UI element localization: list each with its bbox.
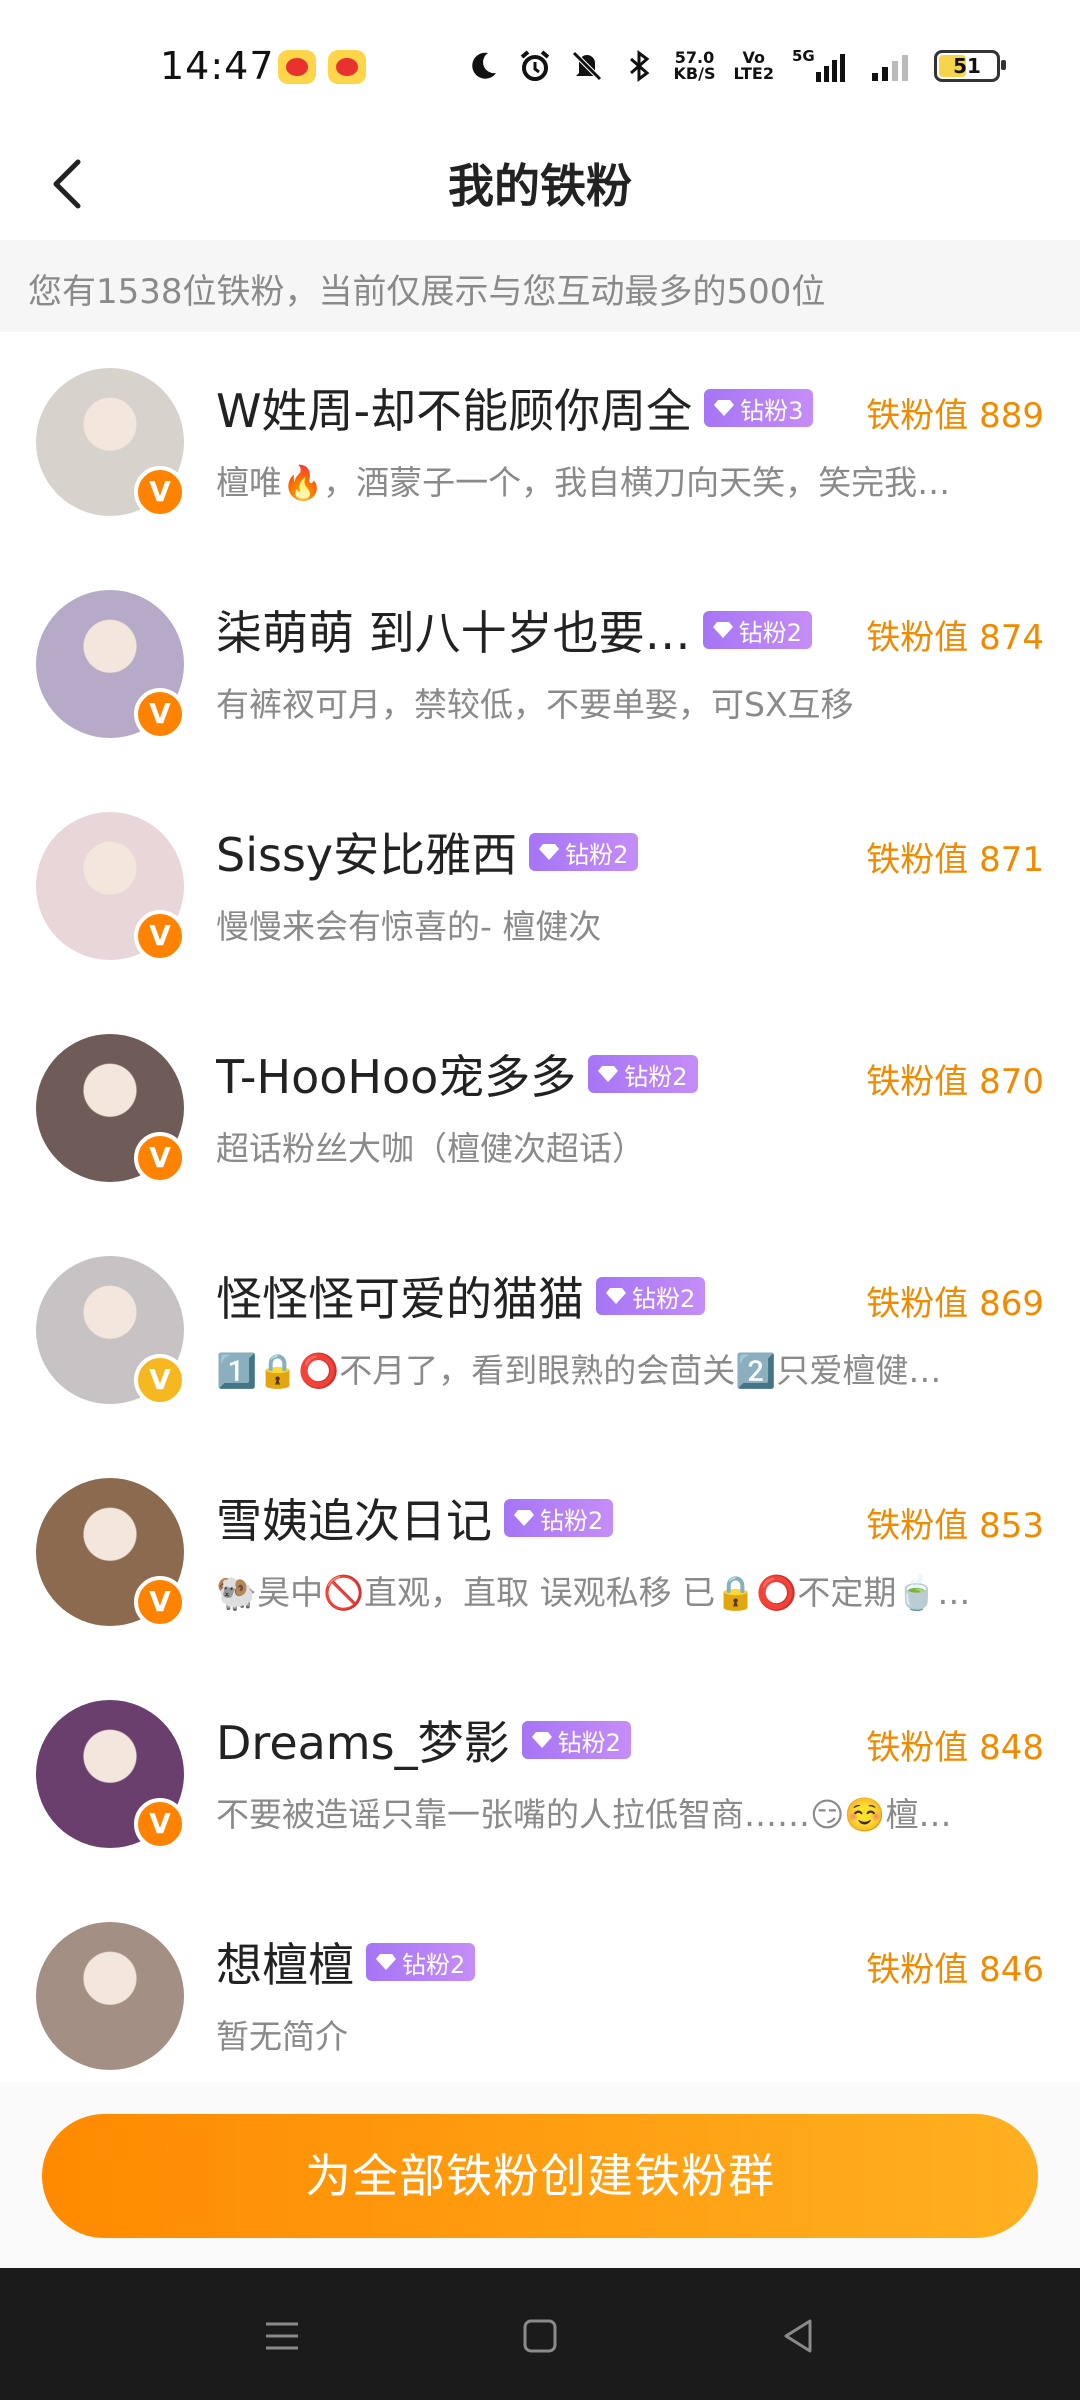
fan-name[interactable]: W姓周-却不能顾你周全 bbox=[216, 375, 692, 441]
diamond-icon bbox=[376, 1954, 396, 1970]
create-fan-group-button[interactable]: 为全部铁粉创建铁粉群 bbox=[42, 2114, 1038, 2238]
name-row: T-HooHoo宠多多 钻粉2 bbox=[216, 1044, 698, 1104]
fan-name[interactable]: Sissy安比雅西 bbox=[216, 819, 517, 885]
fan-name[interactable]: Dreams_梦影 bbox=[216, 1707, 510, 1773]
list-item[interactable]: V 雪姨追次日记 钻粉2 铁粉值 853 🐏昊中🚫直观，直取 误观私移 已🔒⭕不… bbox=[0, 1442, 1080, 1664]
list-item[interactable]: V T-HooHoo宠多多 钻粉2 铁粉值 870 超话粉丝大咖（檀健次超话） bbox=[0, 998, 1080, 1220]
verified-v-icon: V bbox=[134, 1576, 186, 1628]
moon-icon bbox=[471, 52, 496, 79]
fan-list: V W姓周-却不能顾你周全 钻粉3 铁粉值 889 檀唯🔥，酒蒙子一个，我自横刀… bbox=[0, 332, 1080, 2082]
diamond-icon bbox=[712, 622, 733, 638]
battery-indicator: 51 bbox=[934, 50, 1006, 82]
home-square-icon[interactable] bbox=[516, 2312, 564, 2360]
name-row: 怪怪怪可爱的猫猫 钻粉2 bbox=[216, 1263, 706, 1329]
verified-v-icon: V bbox=[134, 688, 186, 740]
fan-bio: 有裤衩可月，禁较低，不要单娶，可SX互移 bbox=[216, 685, 854, 724]
name-row: W姓周-却不能顾你周全 钻粉3 bbox=[216, 375, 814, 441]
verified-v-icon: V bbox=[134, 910, 186, 962]
status-time: 14:47 bbox=[160, 44, 275, 88]
fan-score: 铁粉值 846 bbox=[866, 1950, 1044, 1990]
fan-bio: 暂无简介 bbox=[216, 2017, 348, 2056]
name-row: 想檀檀 钻粉2 bbox=[216, 1929, 476, 1995]
list-item[interactable]: V 柒萌萌 到八十岁也要… 钻粉2 铁粉值 874 有裤衩可月，禁较低，不要单娶… bbox=[0, 554, 1080, 776]
system-nav-bar bbox=[0, 2268, 1080, 2400]
fan-score: 铁粉值 869 bbox=[866, 1284, 1044, 1324]
status-bar: 14:47 57.0 KB/S Vo LTE2 5G 51 bbox=[0, 0, 1080, 130]
list-item[interactable]: V Sissy安比雅西 钻粉2 铁粉值 871 慢慢来会有惊喜的- 檀健次 bbox=[0, 776, 1080, 998]
diamond-fan-badge: 钻粉2 bbox=[504, 1499, 614, 1537]
fan-bio: 慢慢来会有惊喜的- 檀健次 bbox=[216, 907, 602, 946]
fan-score: 铁粉值 889 bbox=[866, 396, 1044, 436]
fan-name[interactable]: 柒萌萌 到八十岁也要… bbox=[216, 597, 691, 663]
verified-v-icon: V bbox=[134, 1354, 186, 1406]
diamond-fan-badge: 钻粉2 bbox=[588, 1055, 698, 1093]
fan-count-notice: 您有1538位铁粉，当前仅展示与您互动最多的500位 bbox=[0, 240, 1080, 332]
diamond-icon bbox=[598, 1066, 619, 1082]
list-item[interactable]: V W姓周-却不能顾你周全 钻粉3 铁粉值 889 檀唯🔥，酒蒙子一个，我自横刀… bbox=[0, 332, 1080, 554]
name-row: Sissy安比雅西 钻粉2 bbox=[216, 819, 639, 885]
alarm-icon bbox=[520, 50, 549, 81]
page-title: 我的铁粉 bbox=[448, 159, 632, 213]
back-triangle-icon[interactable] bbox=[774, 2312, 822, 2360]
fan-score: 铁粉值 870 bbox=[866, 1062, 1044, 1102]
weibo-icon bbox=[328, 50, 366, 84]
signal-5g: 5G bbox=[792, 48, 852, 84]
avatar[interactable] bbox=[36, 1922, 184, 2070]
app-header: 我的铁粉 bbox=[0, 130, 1080, 240]
mute-icon bbox=[571, 51, 602, 81]
diamond-fan-badge: 钻粉2 bbox=[702, 611, 812, 649]
fan-name[interactable]: 雪姨追次日记 bbox=[216, 1485, 492, 1551]
fan-score: 铁粉值 848 bbox=[866, 1728, 1044, 1768]
signal-icon bbox=[816, 54, 845, 82]
diamond-icon bbox=[514, 1510, 534, 1526]
fan-name[interactable]: 怪怪怪可爱的猫猫 bbox=[216, 1263, 584, 1329]
notice-text: 您有1538位铁粉，当前仅展示与您互动最多的500位 bbox=[28, 272, 826, 312]
fan-score: 铁粉值 871 bbox=[866, 840, 1044, 880]
name-row: 雪姨追次日记 钻粉2 bbox=[216, 1485, 614, 1551]
fan-bio: 超话粉丝大咖（檀健次超话） bbox=[216, 1129, 645, 1168]
list-item[interactable]: 想檀檀 钻粉2 铁粉值 846 暂无简介 bbox=[0, 1886, 1080, 2082]
fan-bio: 檀唯🔥，酒蒙子一个，我自横刀向天笑，笑完我… bbox=[216, 463, 951, 502]
menu-icon[interactable] bbox=[258, 2312, 306, 2360]
fan-score: 铁粉值 853 bbox=[866, 1506, 1044, 1546]
diamond-icon bbox=[714, 400, 735, 416]
weibo-icon bbox=[278, 50, 316, 84]
diamond-fan-badge: 钻粉3 bbox=[704, 389, 814, 427]
diamond-icon bbox=[531, 1732, 552, 1748]
diamond-fan-badge: 钻粉2 bbox=[521, 1721, 631, 1759]
status-icons: 57.0 KB/S Vo LTE2 5G 51 bbox=[466, 44, 1006, 88]
volte-indicator: Vo LTE2 bbox=[733, 48, 774, 83]
fan-bio: 🐏昊中🚫直观，直取 误观私移 已🔒⭕不定期🍵… bbox=[216, 1573, 971, 1612]
fan-bio: 不要被造谣只靠一张嘴的人拉低智商……😏☺️檀… bbox=[216, 1795, 952, 1834]
list-item[interactable]: V Dreams_梦影 钻粉2 铁粉值 848 不要被造谣只靠一张嘴的人拉低智商… bbox=[0, 1664, 1080, 1886]
verified-v-icon: V bbox=[134, 1798, 186, 1850]
list-item[interactable]: V 怪怪怪可爱的猫猫 钻粉2 铁粉值 869 1️⃣🔒⭕不月了，看到眼熟的会茴关… bbox=[0, 1220, 1080, 1442]
verified-v-icon: V bbox=[134, 1132, 186, 1184]
name-row: 柒萌萌 到八十岁也要… 钻粉2 bbox=[216, 600, 812, 660]
fan-bio: 1️⃣🔒⭕不月了，看到眼熟的会茴关2️⃣只爱檀健… bbox=[216, 1351, 942, 1390]
diamond-icon bbox=[606, 1288, 626, 1304]
bottom-action-bar: 为全部铁粉创建铁粉群 bbox=[0, 2082, 1080, 2268]
verified-v-icon: V bbox=[134, 466, 186, 518]
diamond-icon bbox=[539, 844, 560, 860]
diamond-fan-badge: 钻粉2 bbox=[529, 833, 639, 871]
diamond-fan-badge: 钻粉2 bbox=[596, 1277, 706, 1315]
fan-name[interactable]: 想檀檀 bbox=[216, 1929, 354, 1995]
fan-name[interactable]: T-HooHoo宠多多 bbox=[216, 1041, 576, 1107]
diamond-fan-badge: 钻粉2 bbox=[366, 1943, 476, 1981]
bluetooth-icon bbox=[629, 50, 649, 82]
name-row: Dreams_梦影 钻粉2 bbox=[216, 1710, 631, 1770]
signal-icon bbox=[872, 55, 908, 81]
fan-score: 铁粉值 874 bbox=[866, 618, 1044, 658]
net-speed: 57.0 KB/S bbox=[673, 48, 716, 83]
